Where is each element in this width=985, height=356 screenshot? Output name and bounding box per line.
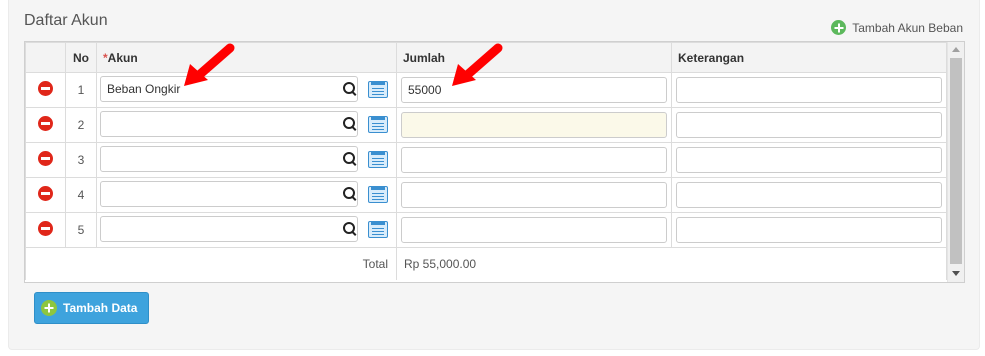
keterangan-input[interactable] <box>676 77 942 103</box>
header-akun-label: Akun <box>107 50 138 65</box>
delete-row-icon[interactable] <box>38 186 53 201</box>
akun-input[interactable] <box>100 111 358 137</box>
search-icon[interactable] <box>343 222 355 234</box>
jumlah-input[interactable] <box>401 217 667 243</box>
akun-input[interactable]: Beban Ongkir <box>100 76 358 102</box>
jumlah-input[interactable]: 55000 <box>401 77 667 103</box>
list-icon[interactable] <box>368 81 388 98</box>
add-akun-beban-label: Tambah Akun Beban <box>852 20 963 35</box>
list-icon[interactable] <box>368 186 388 203</box>
search-icon[interactable] <box>343 117 355 129</box>
akun-table: No *Akun Jumlah Keterangan 1 Beban Ongki… <box>25 42 947 280</box>
header-no: No <box>65 42 97 73</box>
add-akun-beban-link[interactable]: Tambah Akun Beban <box>831 20 963 35</box>
table-row: 1 Beban Ongkir 55000 <box>25 72 947 108</box>
table-row: 2 <box>25 107 947 143</box>
list-icon[interactable] <box>368 151 388 168</box>
row-number: 3 <box>65 142 97 178</box>
add-data-button[interactable]: Tambah Data <box>34 292 149 324</box>
section-title: Daftar Akun <box>24 12 108 29</box>
delete-row-icon[interactable] <box>38 116 53 131</box>
total-value: Rp 55,000.00 <box>396 247 947 280</box>
keterangan-input[interactable] <box>676 217 942 243</box>
search-icon[interactable] <box>343 187 355 199</box>
table-header-row: No *Akun Jumlah Keterangan <box>25 42 947 73</box>
jumlah-input[interactable] <box>401 112 667 138</box>
scrollbar-thumb[interactable] <box>950 58 962 264</box>
plus-circle-icon <box>831 20 847 35</box>
table-row: 5 <box>25 212 947 248</box>
list-icon[interactable] <box>368 221 388 238</box>
jumlah-input[interactable] <box>401 182 667 208</box>
akun-input[interactable] <box>100 181 358 207</box>
total-row: Total Rp 55,000.00 <box>25 247 947 280</box>
add-data-label: Tambah Data <box>63 301 138 315</box>
row-number: 5 <box>65 212 97 248</box>
scroll-down-arrow-icon[interactable] <box>952 271 960 276</box>
akun-input[interactable] <box>100 216 358 242</box>
search-icon[interactable] <box>343 82 355 94</box>
row-number: 1 <box>65 72 97 108</box>
delete-row-icon[interactable] <box>38 151 53 166</box>
keterangan-input[interactable] <box>676 112 942 138</box>
vertical-scrollbar[interactable] <box>947 42 964 282</box>
akun-table-container: No *Akun Jumlah Keterangan 1 Beban Ongki… <box>24 41 965 283</box>
header-keterangan: Keterangan <box>671 42 947 73</box>
row-number: 2 <box>65 107 97 143</box>
total-label: Total <box>25 247 397 280</box>
list-icon[interactable] <box>368 116 388 133</box>
keterangan-input[interactable] <box>676 147 942 173</box>
table-row: 4 <box>25 177 947 213</box>
akun-input[interactable] <box>100 146 358 172</box>
row-number: 4 <box>65 177 97 213</box>
header-akun: *Akun <box>96 42 397 73</box>
jumlah-input[interactable] <box>401 147 667 173</box>
delete-row-icon[interactable] <box>38 81 53 96</box>
plus-circle-icon <box>41 300 57 316</box>
header-delete <box>25 42 66 73</box>
keterangan-input[interactable] <box>676 182 942 208</box>
header-jumlah: Jumlah <box>396 42 672 73</box>
table-row: 3 <box>25 142 947 178</box>
scroll-up-arrow-icon[interactable] <box>952 47 960 52</box>
delete-row-icon[interactable] <box>38 221 53 236</box>
search-icon[interactable] <box>343 152 355 164</box>
